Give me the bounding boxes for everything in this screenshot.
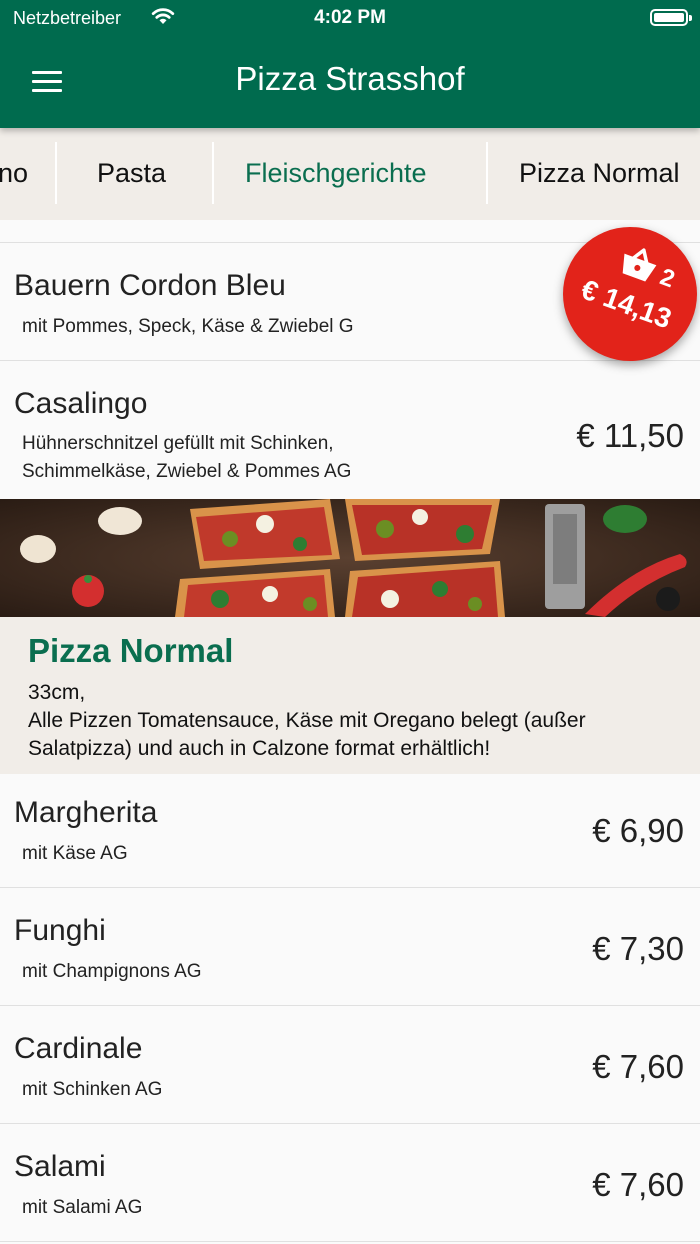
category-tabs: no Pasta Fleischgerichte Pizza Normal bbox=[0, 128, 700, 220]
item-price: € 7,60 bbox=[592, 1166, 684, 1203]
item-name: Cardinale bbox=[14, 1032, 143, 1065]
item-name: Salami bbox=[14, 1150, 106, 1183]
item-description: mit Schinken AG bbox=[22, 1079, 163, 1100]
pizza-illustration bbox=[0, 499, 700, 617]
item-name: Bauern Cordon Bleu bbox=[14, 269, 286, 302]
item-price: € 7,30 bbox=[592, 930, 684, 967]
cart-item-count: 2 bbox=[656, 263, 679, 294]
item-description: mit Pommes, Speck, Käse & Zwiebel G bbox=[22, 316, 354, 337]
item-name: Casalingo bbox=[14, 387, 148, 420]
status-bar: Netzbetreiber 4:02 PM bbox=[0, 0, 700, 36]
menu-item-casalingo[interactable]: Casalingo Hühnerschnitzel gefüllt mit Sc… bbox=[0, 361, 700, 499]
tab-fleischgerichte[interactable]: Fleischgerichte bbox=[245, 142, 427, 204]
menu-item-margherita[interactable]: Margherita mit Käse AG € 6,90 bbox=[0, 774, 700, 888]
tab-pasta[interactable]: Pasta bbox=[97, 142, 166, 204]
cart-button[interactable]: 2 € 14,13 bbox=[563, 227, 697, 361]
tab-divider bbox=[212, 142, 214, 204]
item-description: mit Champignons AG bbox=[22, 961, 202, 982]
item-name: Margherita bbox=[14, 796, 158, 829]
app-title: Pizza Strasshof bbox=[235, 60, 465, 97]
section-title: Pizza Normal bbox=[28, 632, 234, 669]
menu-item-salami[interactable]: Salami mit Salami AG € 7,60 bbox=[0, 1124, 700, 1242]
clock: 4:02 PM bbox=[314, 7, 386, 28]
item-description: Hühnerschnitzel gefüllt mit Schinken, Sc… bbox=[22, 433, 352, 482]
section-description: 33cm, Alle Pizzen Tomatensauce, Käse mit… bbox=[28, 681, 586, 760]
menu-item-funghi[interactable]: Funghi mit Champignons AG € 7,30 bbox=[0, 888, 700, 1006]
pizza-banner-image bbox=[0, 499, 700, 617]
section-header-pizza-normal: Pizza Normal 33cm, Alle Pizzen Tomatensa… bbox=[0, 617, 700, 774]
battery-icon bbox=[650, 9, 692, 26]
tab-previous[interactable]: no bbox=[0, 142, 28, 204]
item-price: € 6,90 bbox=[592, 812, 684, 849]
item-name: Funghi bbox=[14, 914, 106, 947]
item-description: mit Salami AG bbox=[22, 1197, 143, 1218]
tab-divider bbox=[486, 142, 488, 204]
tab-pizza-normal[interactable]: Pizza Normal bbox=[519, 142, 680, 204]
tab-divider bbox=[55, 142, 57, 204]
app-bar: Netzbetreiber 4:02 PM Pizza Strasshof bbox=[0, 0, 700, 128]
item-price: € 7,60 bbox=[592, 1048, 684, 1085]
menu-item-cardinale[interactable]: Cardinale mit Schinken AG € 7,60 bbox=[0, 1006, 700, 1124]
item-price: € 11,50 bbox=[576, 417, 684, 454]
item-description: mit Käse AG bbox=[22, 843, 128, 864]
shopping-basket-icon bbox=[622, 248, 657, 282]
